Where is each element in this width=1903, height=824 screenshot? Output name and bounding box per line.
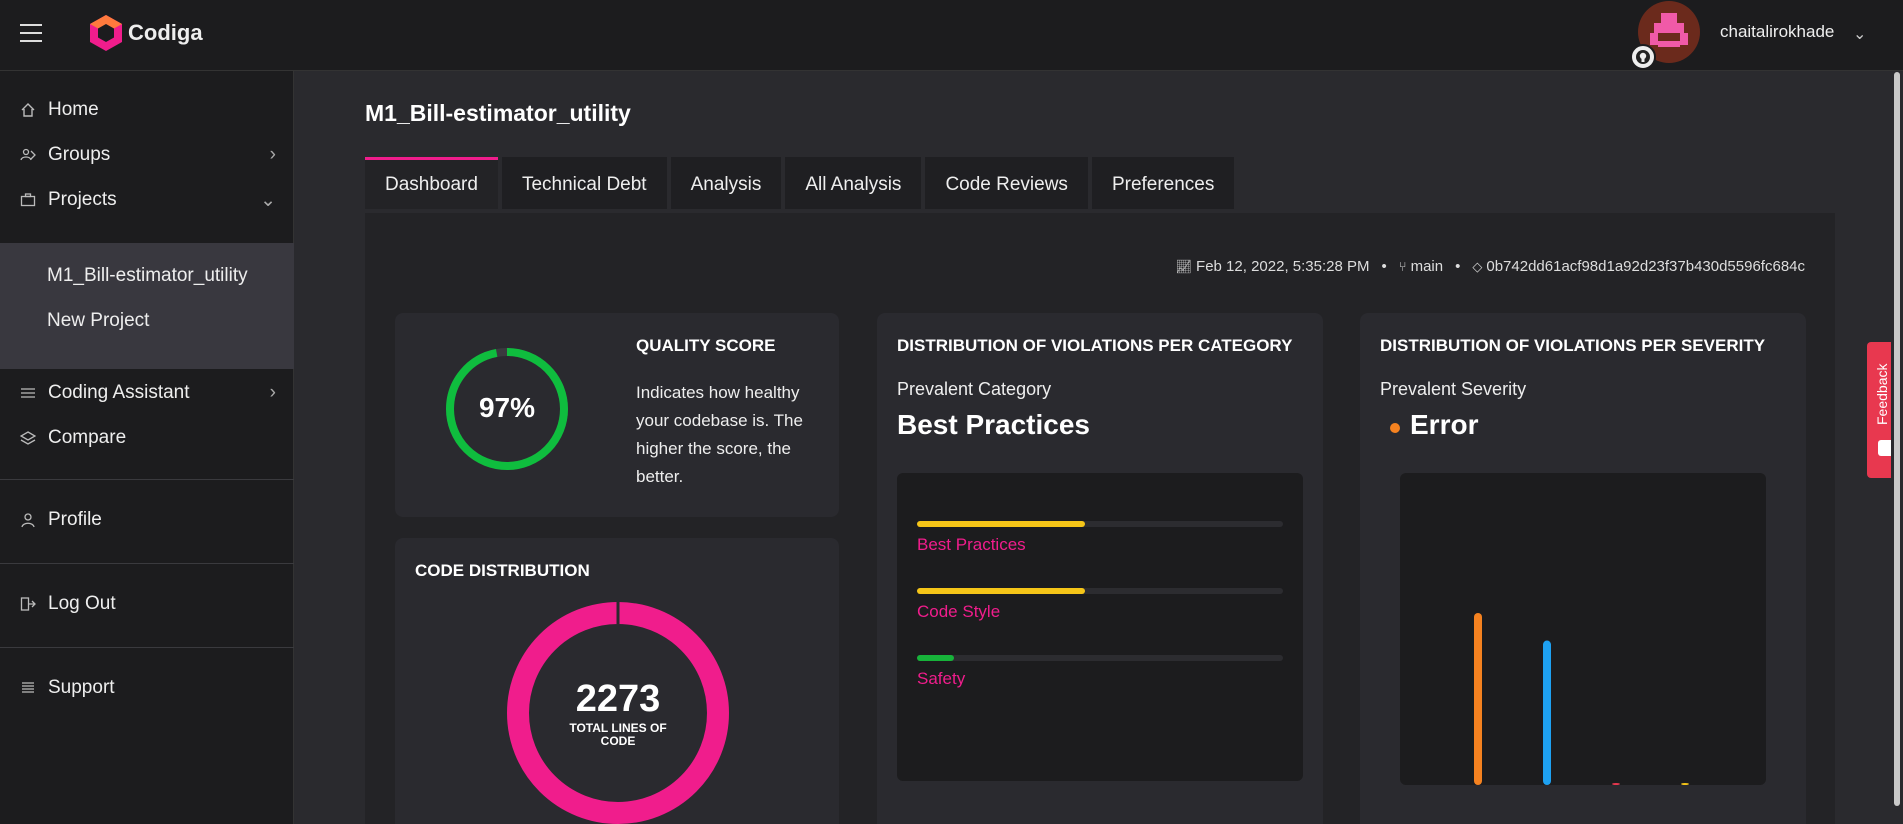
layers-icon	[18, 428, 38, 448]
project-item[interactable]: M1_Bill-estimator_utility	[47, 265, 248, 287]
severity-bar[interactable]	[1474, 613, 1482, 785]
code-distribution-card: CODE DISTRIBUTION 2273 TOTAL LINES OF CO…	[395, 538, 839, 824]
sidebar-item-support[interactable]: Support	[0, 666, 294, 710]
sidebar-item-label: Groups	[48, 144, 111, 165]
dashboard-panel: 📈︎ Feb 12, 2022, 5:35:28 PM • ⑂ main • ◇…	[365, 213, 1835, 824]
groups-icon	[18, 145, 38, 165]
category-bar-label[interactable]: Code Style	[917, 602, 1000, 622]
projects-submenu: M1_Bill-estimator_utility New Project	[0, 243, 294, 369]
commit-hash[interactable]: 0b742dd61acf98d1a92d23f37b430d5596fc684c	[1486, 258, 1805, 275]
project-item[interactable]: New Project	[47, 310, 149, 332]
home-icon	[18, 100, 38, 120]
feedback-label[interactable]: Feedback	[1874, 364, 1890, 425]
divider	[0, 479, 294, 480]
prevalent-severity-value: Error	[1410, 409, 1479, 440]
sidebar-item-coding-assistant[interactable]: Coding Assistant ›	[0, 371, 294, 415]
category-bar-track	[917, 588, 1283, 594]
category-bars-box: Best Practices Code Style Safety	[897, 473, 1303, 781]
top-bar: Codiga chaitalirokhade ⌄	[0, 0, 1903, 71]
category-bar-label[interactable]: Best Practices	[917, 535, 1026, 555]
sidebar-item-compare[interactable]: Compare	[0, 416, 294, 460]
briefcase-icon	[18, 190, 38, 210]
severity-card: DISTRIBUTION OF VIOLATIONS PER SEVERITY …	[1360, 313, 1806, 824]
github-icon	[1630, 44, 1656, 70]
tab-bar: Dashboard Technical Debt Analysis All An…	[365, 157, 1238, 209]
sidebar-item-groups[interactable]: Groups ›	[0, 133, 294, 177]
sidebar-item-label: Compare	[48, 427, 127, 448]
quality-score-title: QUALITY SCORE	[636, 336, 776, 355]
tab-analysis[interactable]: Analysis	[670, 157, 782, 209]
category-bar-label[interactable]: Safety	[917, 669, 965, 689]
severity-dot-icon	[1390, 423, 1400, 433]
hamburger-icon[interactable]	[20, 24, 42, 42]
category-bar-track	[917, 655, 1283, 661]
severity-bar[interactable]	[1681, 783, 1689, 785]
branch-icon: ⑂	[1398, 259, 1407, 274]
chevron-down-icon[interactable]: ⌄	[1853, 24, 1866, 44]
tab-dashboard[interactable]: Dashboard	[365, 157, 498, 209]
app-logo[interactable]: Codiga	[88, 14, 203, 52]
category-bar-fill	[917, 655, 954, 661]
scrollbar-thumb[interactable]	[1894, 72, 1900, 806]
separator: •	[1381, 258, 1387, 275]
app-name: Codiga	[128, 20, 203, 45]
support-icon	[18, 678, 38, 698]
sidebar-item-label: Coding Assistant	[48, 382, 190, 403]
severity-title: DISTRIBUTION OF VIOLATIONS PER SEVERITY	[1380, 336, 1766, 355]
sidebar-item-label: Log Out	[48, 593, 116, 614]
quality-score-card: 97% QUALITY SCORE Indicates how healthy …	[395, 313, 839, 517]
category-bar-track	[917, 521, 1283, 527]
logout-icon	[18, 594, 38, 614]
chevron-down-icon: ⌄	[260, 189, 276, 211]
analysis-meta: 📈︎ Feb 12, 2022, 5:35:28 PM • ⑂ main • ◇…	[1176, 258, 1805, 275]
chevron-right-icon: ›	[269, 382, 276, 403]
sidebar-item-label: Home	[48, 99, 99, 120]
sidebar-item-projects[interactable]: Projects ⌄	[0, 178, 294, 222]
total-lines-value: 2273	[575, 678, 661, 720]
username[interactable]: chaitalirokhade	[1720, 22, 1834, 42]
category-bar-fill	[917, 588, 1086, 594]
sidebar-item-logout[interactable]: Log Out	[0, 582, 294, 626]
prevalent-severity-label: Prevalent Severity	[1380, 379, 1527, 399]
severity-bar[interactable]	[1612, 783, 1620, 785]
severity-bar[interactable]	[1543, 640, 1551, 785]
sidebar-item-label: Support	[48, 677, 115, 698]
divider	[0, 647, 294, 648]
tab-technical-debt[interactable]: Technical Debt	[501, 157, 667, 209]
analysis-date: Feb 12, 2022, 5:35:28 PM	[1196, 258, 1370, 275]
sidebar-item-label: Profile	[48, 509, 102, 530]
chart-line-icon: 📈︎	[1175, 258, 1193, 274]
list-icon	[18, 383, 38, 403]
quality-score-description: Indicates how healthy your codebase is. …	[636, 383, 803, 486]
quality-score-value: 97%	[478, 392, 536, 423]
sidebar-item-home[interactable]: Home	[0, 88, 294, 132]
prevalent-category-value: Best Practices	[897, 409, 1091, 440]
sidebar-item-profile[interactable]: Profile	[0, 498, 294, 542]
tab-code-reviews[interactable]: Code Reviews	[925, 157, 1088, 209]
chevron-right-icon: ›	[269, 144, 276, 165]
severity-chart	[1400, 473, 1766, 785]
severity-chart-svg	[1474, 613, 1689, 785]
tab-all-analysis[interactable]: All Analysis	[785, 157, 922, 209]
sidebar: Home Groups › Projects ⌄ M1_Bill-estimat…	[0, 71, 294, 824]
commit-icon: ◇	[1472, 258, 1483, 274]
category-bar-fill	[917, 521, 1086, 527]
total-lines-label: TOTAL LINES OF CODE	[569, 721, 667, 748]
category-card: DISTRIBUTION OF VIOLATIONS PER CATEGORY …	[877, 313, 1323, 824]
prevalent-category-label: Prevalent Category	[897, 379, 1052, 399]
divider	[0, 563, 294, 564]
branch-name: main	[1410, 258, 1444, 275]
page-title: M1_Bill-estimator_utility	[365, 100, 631, 126]
sidebar-item-label: Projects	[48, 189, 117, 210]
code-distribution-title: CODE DISTRIBUTION	[415, 561, 590, 580]
codiga-logo-icon	[90, 15, 122, 51]
category-title: DISTRIBUTION OF VIOLATIONS PER CATEGORY	[897, 336, 1293, 355]
user-icon	[18, 510, 38, 530]
tab-preferences[interactable]: Preferences	[1091, 157, 1235, 209]
separator: •	[1455, 258, 1461, 275]
